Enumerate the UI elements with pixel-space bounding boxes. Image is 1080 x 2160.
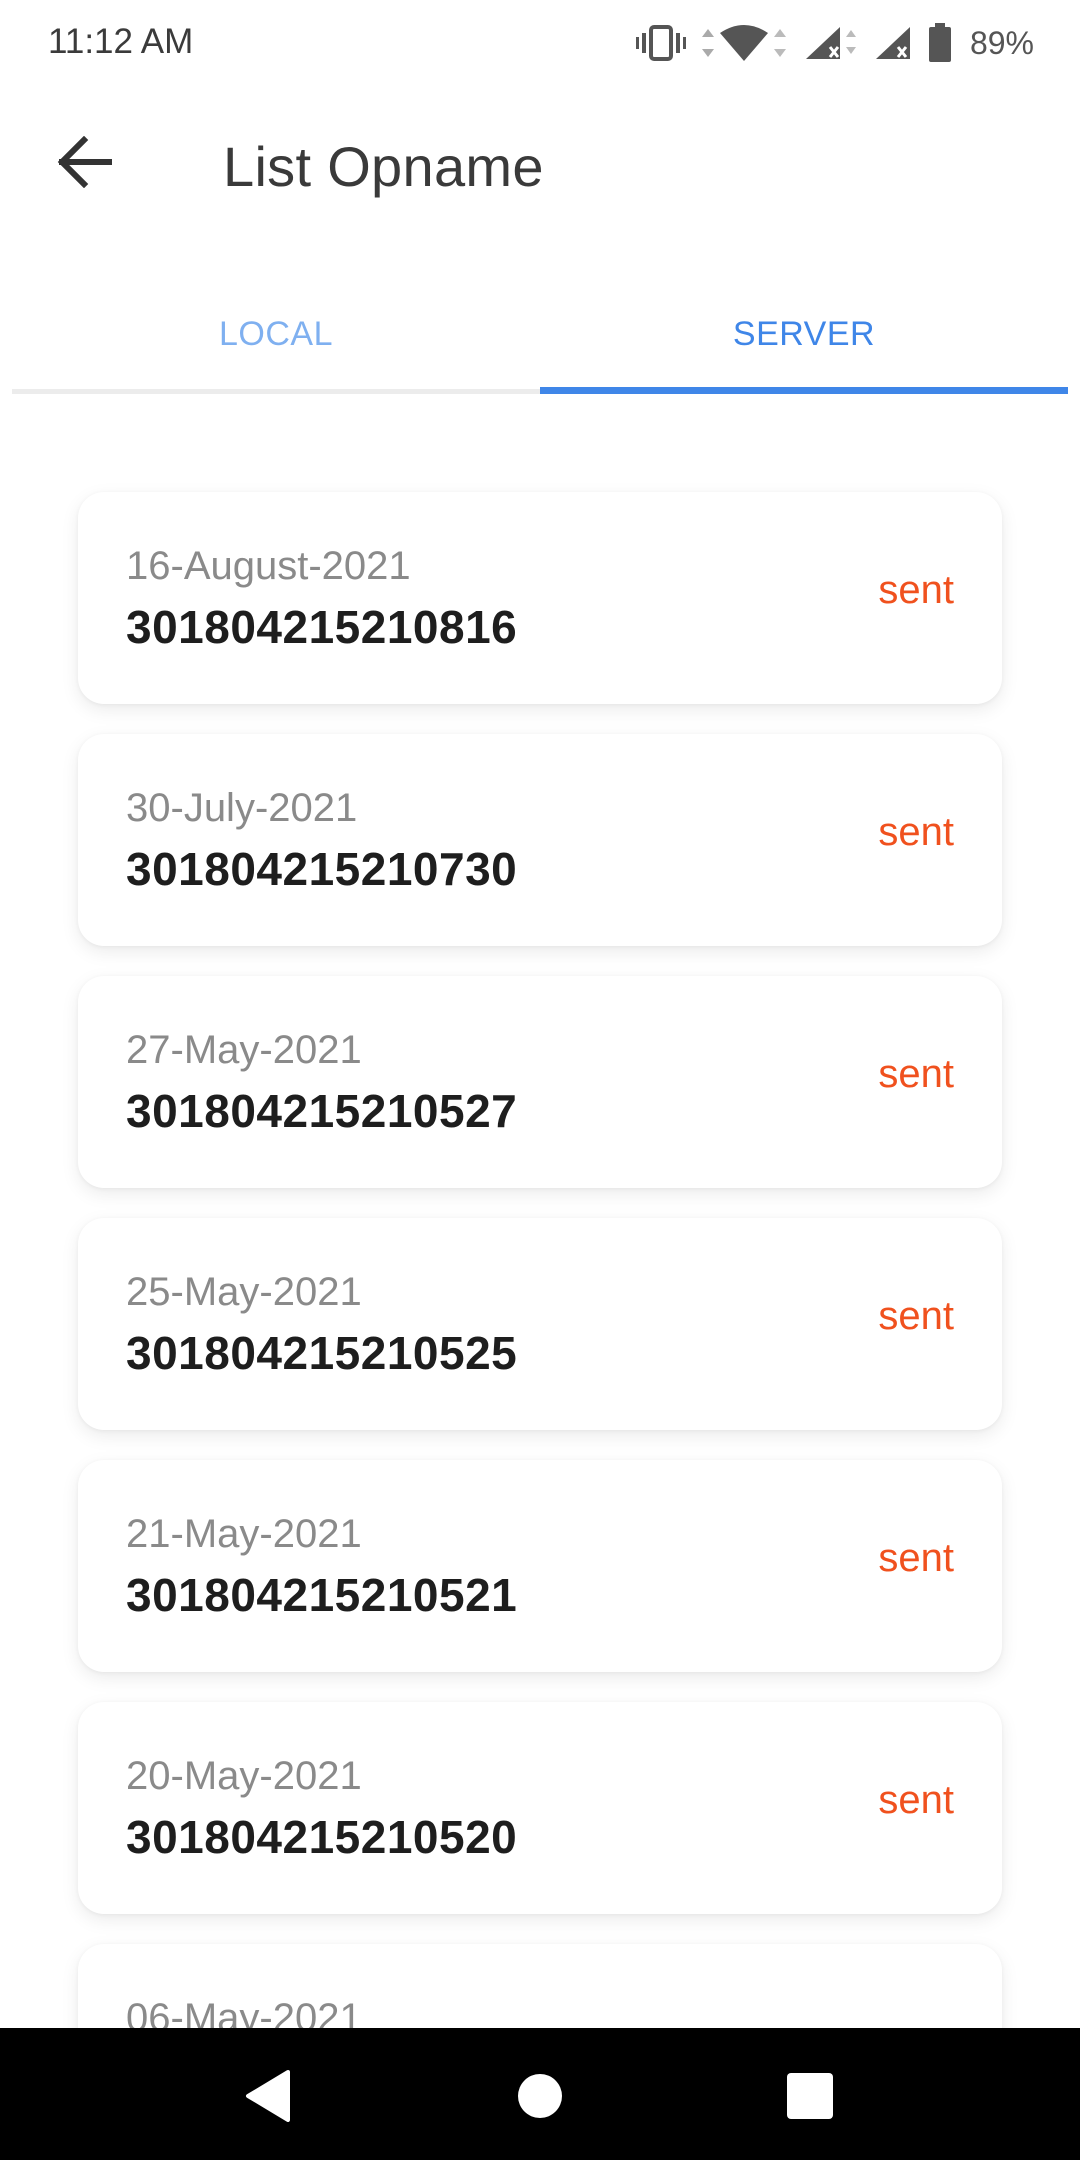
- item-code: 301804215210730: [126, 843, 518, 895]
- list-item[interactable]: 30-July-2021 301804215210730 sent: [78, 734, 1002, 946]
- signal-2-icon: [874, 23, 914, 63]
- back-button[interactable]: [44, 124, 124, 204]
- status-bar: 11:12 AM 89%: [0, 0, 1080, 84]
- item-date: 21-May-2021: [126, 1512, 362, 1556]
- system-nav-bar: [0, 2028, 1080, 2160]
- item-code: 301804215210520: [126, 1811, 518, 1863]
- tab-bar: LOCAL SERVER: [12, 275, 1068, 397]
- item-status: sent: [878, 1778, 954, 1822]
- status-icons: 89%: [635, 18, 1034, 68]
- status-time: 11:12 AM: [48, 22, 194, 61]
- item-code: 301804215210816: [126, 601, 518, 653]
- item-status: sent: [878, 568, 954, 612]
- nav-recents-button[interactable]: [770, 2058, 850, 2138]
- list-item[interactable]: 20-May-2021 301804215210520 sent: [78, 1702, 1002, 1914]
- app-bar: List Opname: [0, 84, 1080, 244]
- list-item[interactable]: 27-May-2021 301804215210527 sent: [78, 976, 1002, 1188]
- opname-list: 16-August-2021 301804215210816 sent 30-J…: [0, 420, 1080, 2028]
- page-title: List Opname: [223, 135, 544, 198]
- screen: 11:12 AM 89% List Opname LOCAL SERVER 16…: [0, 0, 1080, 2160]
- battery-icon: [928, 23, 952, 63]
- item-code: 301804215210525: [126, 1327, 518, 1379]
- signal-1-icon: [804, 23, 860, 63]
- list-item[interactable]: 25-May-2021 301804215210525 sent: [78, 1218, 1002, 1430]
- tab-server[interactable]: SERVER: [540, 275, 1068, 393]
- wifi-icon: [700, 23, 790, 63]
- nav-back-button[interactable]: [228, 2058, 308, 2138]
- item-status: sent: [878, 810, 954, 854]
- triangle-back-icon: [244, 2069, 292, 2127]
- tab-local[interactable]: LOCAL: [12, 275, 540, 393]
- list-item[interactable]: 16-August-2021 301804215210816 sent: [78, 492, 1002, 704]
- item-date: 06-May-2021: [126, 1996, 362, 2028]
- item-status: sent: [878, 1536, 954, 1580]
- item-date: 27-May-2021: [126, 1028, 362, 1072]
- item-date: 20-May-2021: [126, 1754, 362, 1798]
- square-recents-icon: [786, 2072, 834, 2125]
- item-status: sent: [878, 1052, 954, 1096]
- list-item[interactable]: 06-May-2021: [78, 1944, 1002, 2028]
- battery-percentage: 89%: [969, 24, 1034, 61]
- vibrate-icon: [635, 23, 686, 63]
- arrow-left-icon: [56, 135, 113, 193]
- tab-indicator: [540, 387, 1068, 394]
- list-item[interactable]: 21-May-2021 301804215210521 sent: [78, 1460, 1002, 1672]
- item-date: 30-July-2021: [126, 786, 358, 830]
- item-code: 301804215210521: [126, 1569, 518, 1621]
- nav-home-button[interactable]: [500, 2058, 580, 2138]
- item-date: 25-May-2021: [126, 1270, 362, 1314]
- item-date: 16-August-2021: [126, 544, 411, 588]
- circle-home-icon: [517, 2073, 563, 2124]
- item-status: sent: [878, 1294, 954, 1338]
- item-code: 301804215210527: [126, 1085, 518, 1137]
